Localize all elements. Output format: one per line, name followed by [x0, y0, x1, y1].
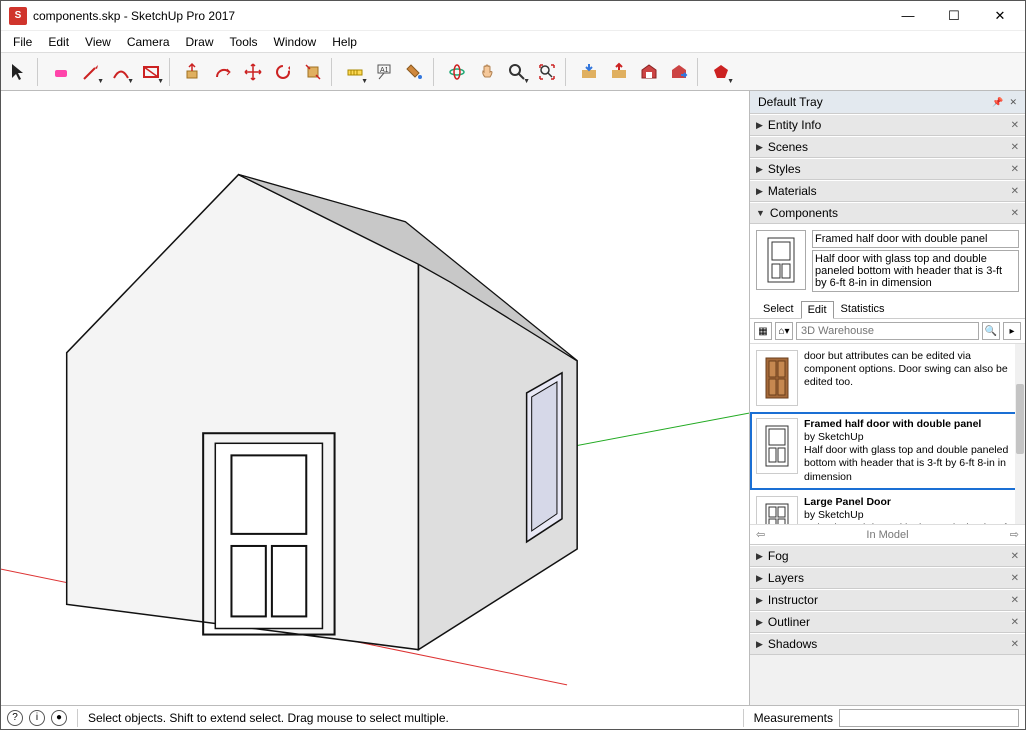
tool-warehouse-send[interactable] — [605, 58, 633, 86]
tool-arc[interactable]: ▼ — [107, 58, 135, 86]
panel-fog[interactable]: ▶Fog✕ — [750, 545, 1025, 567]
menu-draw[interactable]: Draw — [178, 33, 222, 51]
scrollbar[interactable] — [1015, 344, 1025, 524]
menu-window[interactable]: Window — [266, 33, 325, 51]
component-desc-input[interactable]: Half door with glass top and double pane… — [812, 250, 1019, 292]
panel-entity-info[interactable]: ▶Entity Info✕ — [750, 114, 1025, 136]
menu-camera[interactable]: Camera — [119, 33, 178, 51]
components-view-icon[interactable]: ▦ — [754, 322, 772, 340]
tab-statistics[interactable]: Statistics — [834, 300, 892, 318]
tool-pushpull[interactable] — [179, 58, 207, 86]
nav-back-icon[interactable]: ⇦ — [756, 528, 765, 541]
measurements-label: Measurements — [754, 711, 833, 725]
components-nav: ⇦ In Model ⇨ — [750, 524, 1025, 544]
tool-zoom-extents[interactable] — [533, 58, 561, 86]
components-panel-body: Half door with glass top and double pane… — [750, 224, 1025, 545]
maximize-button[interactable]: ☐ — [931, 1, 977, 31]
tool-tape[interactable]: ▼ — [341, 58, 369, 86]
tab-edit[interactable]: Edit — [801, 301, 834, 319]
components-list: door but attributes can be edited via co… — [750, 344, 1025, 524]
component-thumbnail — [756, 230, 806, 290]
tool-extension[interactable] — [665, 58, 693, 86]
panel-styles[interactable]: ▶Styles✕ — [750, 158, 1025, 180]
tool-move[interactable] — [239, 58, 267, 86]
tool-text[interactable]: A1 — [371, 58, 399, 86]
tool-select[interactable] — [5, 58, 33, 86]
user-icon[interactable]: ● — [51, 710, 67, 726]
titlebar: S components.skp - SketchUp Pro 2017 — ☐… — [1, 1, 1025, 31]
menu-view[interactable]: View — [77, 33, 119, 51]
menu-help[interactable]: Help — [324, 33, 365, 51]
info-icon[interactable]: i — [29, 710, 45, 726]
tool-warehouse[interactable] — [635, 58, 663, 86]
search-icon[interactable]: 🔍 — [982, 322, 1000, 340]
default-tray: Default Tray 📌 ✕ ▶Entity Info✕ ▶Scenes✕ ▶… — [750, 91, 1025, 705]
help-icon[interactable]: ? — [7, 710, 23, 726]
panel-instructor[interactable]: ▶Instructor✕ — [750, 589, 1025, 611]
components-search-input[interactable] — [796, 322, 979, 340]
tab-select[interactable]: Select — [756, 300, 801, 318]
tool-ruby[interactable]: ▼ — [707, 58, 735, 86]
tool-line[interactable]: ▼ — [77, 58, 105, 86]
tray-close-icon[interactable]: ✕ — [1009, 97, 1017, 108]
tool-pan[interactable] — [473, 58, 501, 86]
window-title: components.skp - SketchUp Pro 2017 — [33, 9, 885, 23]
menu-edit[interactable]: Edit — [40, 33, 77, 51]
tool-orbit[interactable] — [443, 58, 471, 86]
tool-offset[interactable] — [209, 58, 237, 86]
component-name-input[interactable] — [812, 230, 1019, 248]
tool-warehouse-get[interactable] — [575, 58, 603, 86]
statusbar: ? i ● Select objects. Shift to extend se… — [1, 705, 1025, 729]
tray-pin-icon[interactable]: 📌 — [992, 97, 1003, 108]
component-item[interactable]: Framed half door with double panel by Sk… — [750, 412, 1025, 490]
close-button[interactable]: ✕ — [977, 1, 1023, 31]
nav-forward-icon[interactable]: ⇨ — [1010, 528, 1019, 541]
svg-text:A1: A1 — [380, 67, 389, 74]
component-item[interactable]: door but attributes can be edited via co… — [750, 344, 1025, 412]
tray-title-label: Default Tray — [758, 95, 823, 109]
tool-shape[interactable]: ▼ — [137, 58, 165, 86]
panel-shadows[interactable]: ▶Shadows✕ — [750, 633, 1025, 655]
panel-layers[interactable]: ▶Layers✕ — [750, 567, 1025, 589]
component-tabs: Select Edit Statistics — [750, 298, 1025, 319]
panel-materials[interactable]: ▶Materials✕ — [750, 180, 1025, 202]
tool-scale[interactable] — [299, 58, 327, 86]
tool-zoom[interactable]: ▼ — [503, 58, 531, 86]
panel-outliner[interactable]: ▶Outliner✕ — [750, 611, 1025, 633]
menu-tools[interactable]: Tools — [222, 33, 266, 51]
tool-eraser[interactable] — [47, 58, 75, 86]
menubar: File Edit View Camera Draw Tools Window … — [1, 31, 1025, 53]
app-icon: S — [9, 7, 27, 25]
menu-file[interactable]: File — [5, 33, 40, 51]
tool-paint[interactable] — [401, 58, 429, 86]
toolbar: ▼ ▼ ▼ ▼ A1 ▼ ▼ — [1, 53, 1025, 91]
tray-title[interactable]: Default Tray 📌 ✕ — [750, 91, 1025, 114]
components-home-icon[interactable]: ⌂▾ — [775, 322, 793, 340]
components-menu-icon[interactable]: ▸ — [1003, 322, 1021, 340]
minimize-button[interactable]: — — [885, 1, 931, 31]
measurements-input[interactable] — [839, 709, 1019, 727]
nav-label: In Model — [866, 529, 908, 541]
panel-components[interactable]: ▼Components✕ — [750, 202, 1025, 224]
tool-rotate[interactable] — [269, 58, 297, 86]
status-hint: Select objects. Shift to extend select. … — [88, 711, 733, 725]
viewport[interactable] — [1, 91, 750, 705]
component-item[interactable]: Large Panel Door by SketchUp Raised pane… — [750, 490, 1025, 524]
panel-scenes[interactable]: ▶Scenes✕ — [750, 136, 1025, 158]
